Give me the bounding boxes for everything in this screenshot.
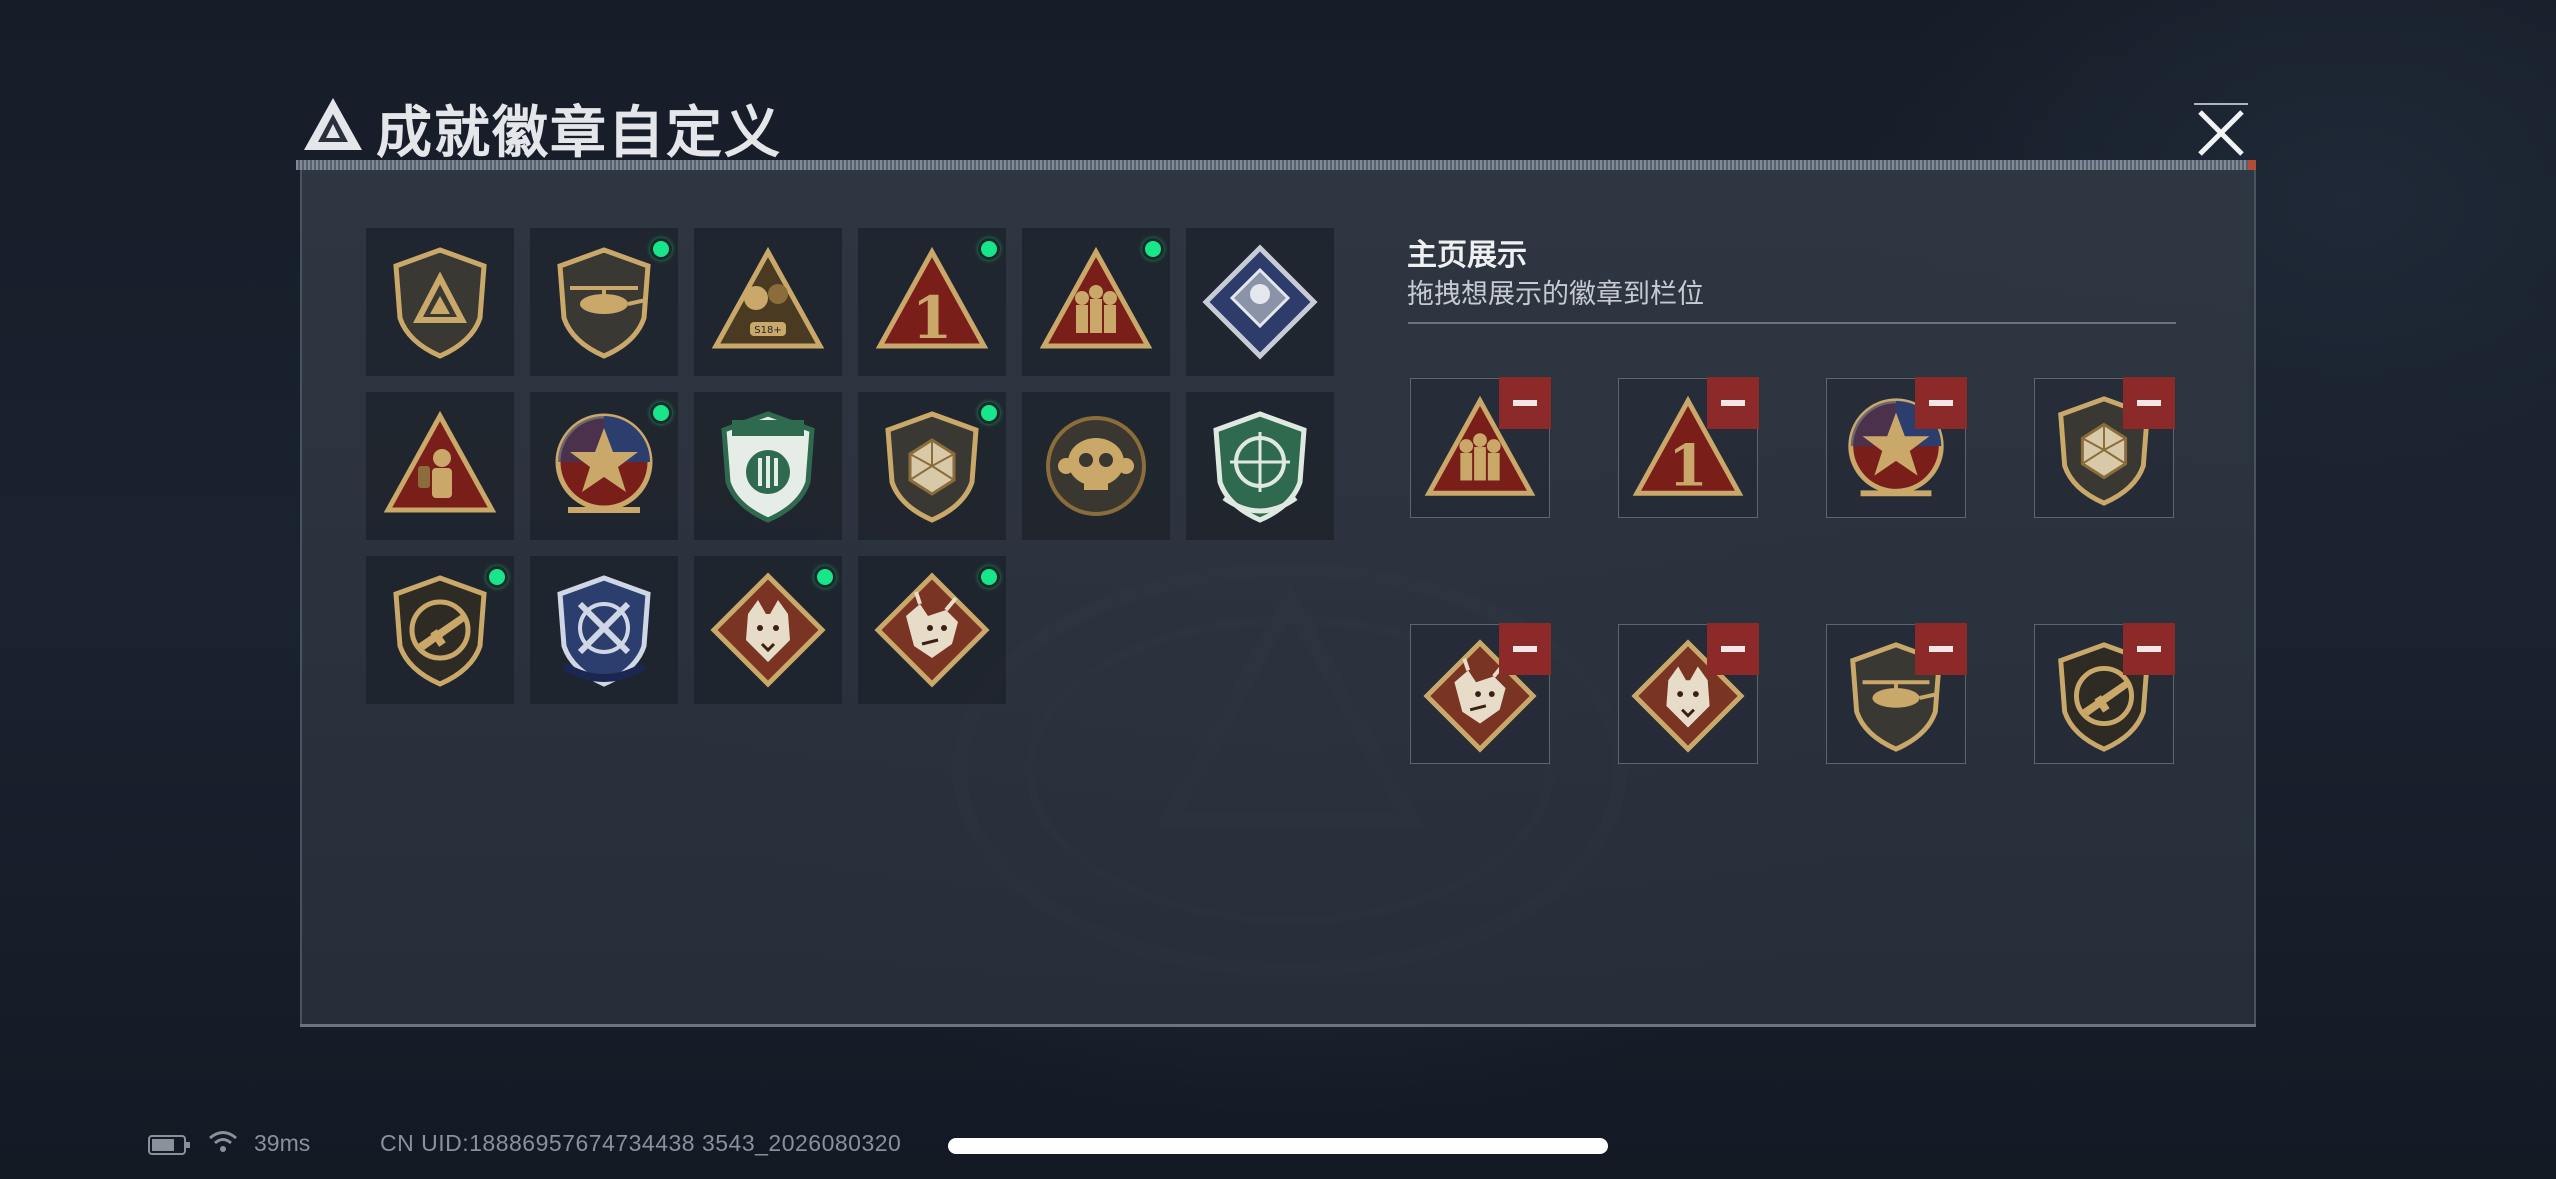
new-indicator-dot bbox=[978, 566, 1000, 588]
skull-round-badge-icon bbox=[1046, 416, 1146, 516]
remove-badge-button[interactable] bbox=[1915, 623, 1967, 675]
remove-badge-button[interactable] bbox=[1915, 377, 1967, 429]
title-divider-strip bbox=[296, 160, 2256, 170]
close-button[interactable] bbox=[2186, 98, 2256, 168]
showcase-slot[interactable] bbox=[1410, 623, 1551, 764]
remove-badge-button[interactable] bbox=[2123, 623, 2175, 675]
dragon-diamond-badge-icon bbox=[874, 572, 990, 688]
number-1-red-triangle-badge-icon: 1 bbox=[875, 246, 989, 352]
showcase-slot[interactable] bbox=[1618, 623, 1759, 764]
badge-cell[interactable] bbox=[1022, 392, 1170, 540]
helicopter-shield-badge-icon bbox=[557, 247, 651, 359]
green-crosshair-shield-badge-icon bbox=[1213, 411, 1307, 523]
badge-cell[interactable] bbox=[366, 392, 514, 540]
soldiers-triangle-badge-icon bbox=[1039, 246, 1153, 349]
badge-cell[interactable]: 1 bbox=[858, 228, 1006, 376]
wolf-diamond-badge-icon bbox=[710, 572, 826, 688]
badge-cell[interactable] bbox=[1186, 392, 1334, 540]
new-indicator-dot bbox=[650, 238, 672, 260]
badge-cell[interactable] bbox=[530, 392, 678, 540]
badge-cell[interactable] bbox=[530, 556, 678, 704]
d20-shield-badge-icon bbox=[885, 411, 979, 523]
uid-text: CN UID:18886957674734438 3543_2026080320 bbox=[380, 1130, 902, 1156]
star-medallion-badge-icon bbox=[555, 413, 653, 513]
remove-badge-button[interactable] bbox=[2123, 377, 2175, 429]
showcase-slot[interactable] bbox=[2034, 377, 2175, 518]
badge-cell[interactable] bbox=[366, 556, 514, 704]
badge-cell[interactable]: S18+ bbox=[694, 228, 842, 376]
new-indicator-dot bbox=[650, 402, 672, 424]
remove-badge-button[interactable] bbox=[1499, 623, 1551, 675]
badge-collection-grid: S18+ 1 bbox=[366, 228, 1346, 704]
badge-cell[interactable] bbox=[694, 556, 842, 704]
blue-crossed-shield-badge-icon bbox=[557, 575, 651, 687]
svg-text:S18+: S18+ bbox=[754, 325, 781, 336]
screen: 成就徽章自定义 S18+ 1 主页展示 拖拽想展示的徽章到栏位 1 39ms CN… bbox=[0, 0, 2556, 1179]
rifle-shield-badge-icon bbox=[393, 575, 487, 687]
new-indicator-dot bbox=[978, 238, 1000, 260]
close-x-icon bbox=[2194, 103, 2248, 156]
showcase-subtitle: 拖拽想展示的徽章到栏位 bbox=[1407, 279, 1704, 310]
badge-cell[interactable] bbox=[366, 228, 514, 376]
silver-diamond-badge-icon bbox=[1202, 244, 1318, 360]
window-title: 成就徽章自定义 bbox=[376, 101, 782, 166]
showcase-divider bbox=[1408, 322, 2176, 324]
showcase-slot[interactable] bbox=[2034, 623, 2175, 764]
showcase-slot[interactable] bbox=[1826, 623, 1967, 764]
remove-badge-button[interactable] bbox=[1499, 377, 1551, 429]
showcase-slot[interactable]: 1 bbox=[1618, 377, 1759, 518]
panel-bottom-border bbox=[300, 1024, 2256, 1027]
remove-badge-button[interactable] bbox=[1707, 377, 1759, 429]
home-indicator[interactable] bbox=[948, 1138, 1608, 1154]
operator-triangle-badge-icon bbox=[383, 410, 497, 513]
ping-text: 39ms bbox=[254, 1130, 311, 1156]
showcase-slot[interactable] bbox=[1410, 377, 1551, 518]
badge-cell[interactable] bbox=[858, 392, 1006, 540]
green-wing-shield-badge-icon bbox=[721, 411, 815, 523]
badge-cell[interactable] bbox=[1186, 228, 1334, 376]
triangle-logo-shield-badge-icon bbox=[393, 247, 487, 359]
new-indicator-dot bbox=[1142, 238, 1164, 260]
showcase-slot[interactable] bbox=[1826, 377, 1967, 518]
new-indicator-dot bbox=[978, 402, 1000, 424]
triangle-logo-icon bbox=[304, 98, 362, 150]
battery-icon bbox=[148, 1135, 190, 1155]
s18-gold-triangle-badge-icon: S18+ bbox=[711, 246, 825, 349]
badge-cell[interactable] bbox=[858, 556, 1006, 704]
showcase-title: 主页展示 bbox=[1407, 238, 1527, 273]
new-indicator-dot bbox=[486, 566, 508, 588]
title-bar: 成就徽章自定义 bbox=[296, 82, 2256, 166]
remove-badge-button[interactable] bbox=[1707, 623, 1759, 675]
badge-cell[interactable] bbox=[530, 228, 678, 376]
badge-cell[interactable] bbox=[694, 392, 842, 540]
svg-text:1: 1 bbox=[912, 284, 952, 352]
new-indicator-dot bbox=[814, 566, 836, 588]
svg-text:1: 1 bbox=[1668, 432, 1708, 499]
wifi-icon bbox=[209, 1131, 237, 1152]
badge-cell[interactable] bbox=[1022, 228, 1170, 376]
